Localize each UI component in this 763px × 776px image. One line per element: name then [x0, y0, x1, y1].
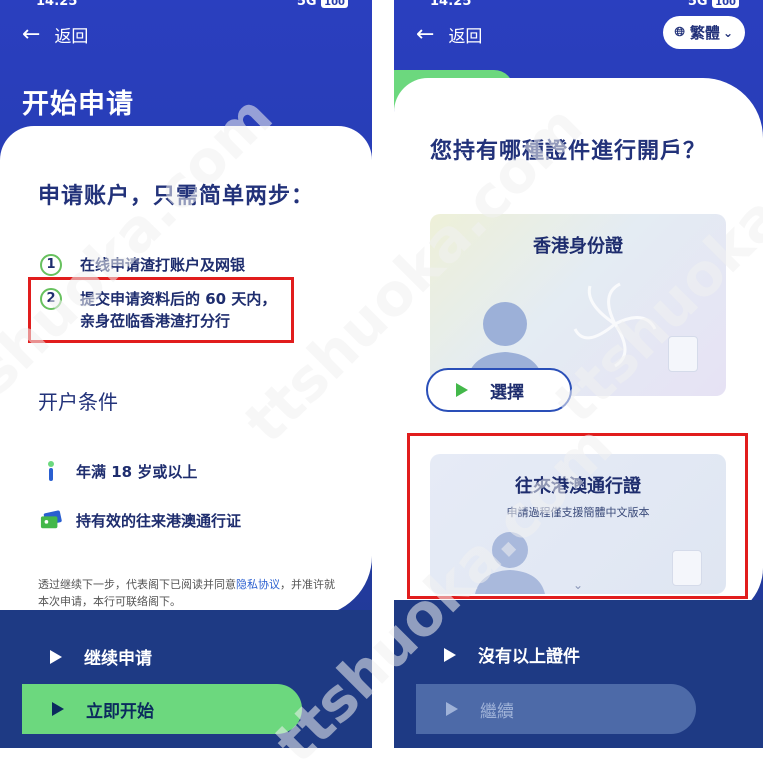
application-card: 申请账户，只需简单两步： 1 在线申请渣打账户及网银 2 提交申请资料后的 60…	[0, 126, 372, 616]
battery-icon: 100	[321, 0, 348, 8]
privacy-notice: 透过继续下一步，代表阁下已阅读并同意隐私协议，并准许就本次申请，本行可联络阁下。	[38, 576, 338, 610]
document-question: 您持有哪種證件進行開戶？	[430, 139, 707, 164]
no-document-button[interactable]: 沒有以上證件	[444, 642, 580, 667]
page-title: 开始申请	[22, 89, 134, 120]
status-signal: 5G 100	[688, 0, 739, 9]
condition-permit: 持有效的往来港澳通行证	[40, 509, 241, 531]
continue-application-label: 继续申请	[84, 649, 152, 669]
status-signal: 5G 100	[297, 0, 348, 9]
continue-button[interactable]: 繼續	[416, 684, 696, 734]
condition-age: 年满 18 岁或以上	[40, 460, 197, 482]
back-button[interactable]: ← 返回	[22, 22, 88, 47]
condition-age-text: 年满 18 岁或以上	[76, 462, 198, 481]
back-label: 返回	[448, 27, 483, 47]
privacy-text-before: 透过继续下一步，代表阁下已阅读并同意	[38, 578, 236, 591]
highlight-box-step2	[28, 277, 294, 343]
play-icon	[446, 702, 458, 716]
language-selector[interactable]: 🌐︎ 繁體 ⌄	[662, 16, 745, 49]
select-hk-id-button[interactable]: 選擇	[426, 368, 572, 412]
continue-application-button[interactable]: 继续申请	[50, 644, 152, 669]
highlight-box-permit	[407, 433, 748, 599]
status-time: 14:25	[430, 0, 472, 9]
language-label: 繁體	[689, 24, 720, 42]
privacy-link[interactable]: 隐私协议	[236, 578, 280, 591]
signal-label: 5G	[296, 0, 317, 9]
back-arrow-icon: ←	[22, 21, 41, 47]
start-now-button[interactable]: 立即开始	[22, 684, 302, 734]
globe-icon: 🌐︎	[674, 25, 685, 40]
select-label: 選擇	[490, 382, 524, 403]
hk-id-card-title: 香港身份證	[533, 236, 623, 257]
signal-label: 5G	[687, 0, 708, 9]
conditions-title: 开户条件	[38, 390, 118, 414]
right-screen: 14:25 5G 100 ← 返回 🌐︎ 繁體 ⌄ 您持有哪種證件進行開戶？ 香…	[394, 0, 763, 748]
back-label: 返回	[54, 27, 89, 47]
battery-icon: 100	[712, 0, 739, 8]
continue-label: 繼續	[480, 701, 514, 722]
status-bar: 14:25 5G 100	[394, 0, 763, 9]
chevron-down-icon: ⌄	[722, 25, 733, 40]
status-bar: 14:25 5G 100	[0, 0, 372, 9]
condition-permit-text: 持有效的往来港澳通行证	[76, 511, 242, 530]
start-now-label: 立即开始	[86, 701, 154, 722]
left-screen: 14:25 5G 100 ← 返回 开始申请 申请账户，只需简单两步： 1 在线…	[0, 0, 372, 748]
back-arrow-icon: ←	[416, 21, 435, 47]
person-age-icon	[40, 460, 62, 482]
play-icon	[444, 647, 456, 662]
status-time: 14:25	[36, 0, 78, 9]
steps-heading: 申请账户，只需简单两步：	[38, 184, 315, 209]
play-icon	[52, 702, 64, 716]
back-button[interactable]: ← 返回	[416, 22, 482, 47]
step-1: 1 在线申请渣打账户及网银	[40, 254, 245, 276]
id-card-icon	[40, 509, 62, 531]
step-1-text: 在线申请渣打账户及网银	[80, 256, 246, 274]
play-icon	[50, 649, 62, 664]
play-icon	[456, 383, 468, 397]
step-number-1: 1	[40, 254, 62, 276]
no-document-label: 沒有以上證件	[478, 647, 580, 667]
bauhinia-emblem-icon	[573, 282, 657, 368]
id-photo-icon	[668, 336, 698, 372]
